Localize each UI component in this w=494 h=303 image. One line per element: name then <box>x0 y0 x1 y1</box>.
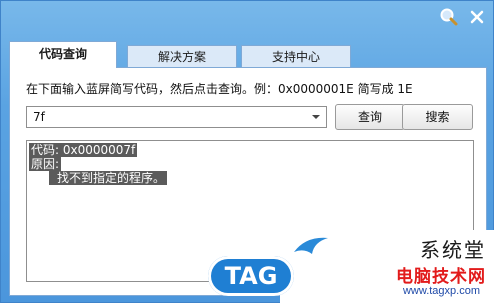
tag-logo: TAG <box>208 256 294 296</box>
close-icon[interactable] <box>467 7 487 27</box>
tab-code-query[interactable]: 代码查询 <box>9 41 117 68</box>
result-code-line: 代码: 0x0000007f <box>29 143 138 157</box>
code-input[interactable]: 7f <box>33 110 45 124</box>
query-button[interactable]: 查询 <box>335 104 405 130</box>
search-button[interactable]: 搜索 <box>402 104 473 130</box>
tab-support-center[interactable]: 支持中心 <box>241 45 351 67</box>
chevron-down-icon[interactable] <box>308 109 324 125</box>
tab-bar: 代码查询 解决方案 支持中心 <box>9 41 489 68</box>
result-reason-text: 找不到指定的程序。 <box>49 171 168 185</box>
code-combobox[interactable]: 7f <box>26 106 327 128</box>
title-bar <box>1 1 493 35</box>
watermark-url: www.tagxp.com <box>402 285 480 297</box>
tab-solution[interactable]: 解决方案 <box>127 45 237 67</box>
watermark-main-text: 电脑技术网 <box>396 267 486 287</box>
bird-logo-icon <box>294 237 328 254</box>
search-icon[interactable] <box>439 7 459 27</box>
instruction-text: 在下面输入蓝屏简写代码，然后点击查询。例：0x0000001E 简写成 1E <box>26 82 413 96</box>
result-reason-label: 原因: <box>29 157 62 171</box>
watermark-site-name: 系统堂 <box>420 240 486 262</box>
